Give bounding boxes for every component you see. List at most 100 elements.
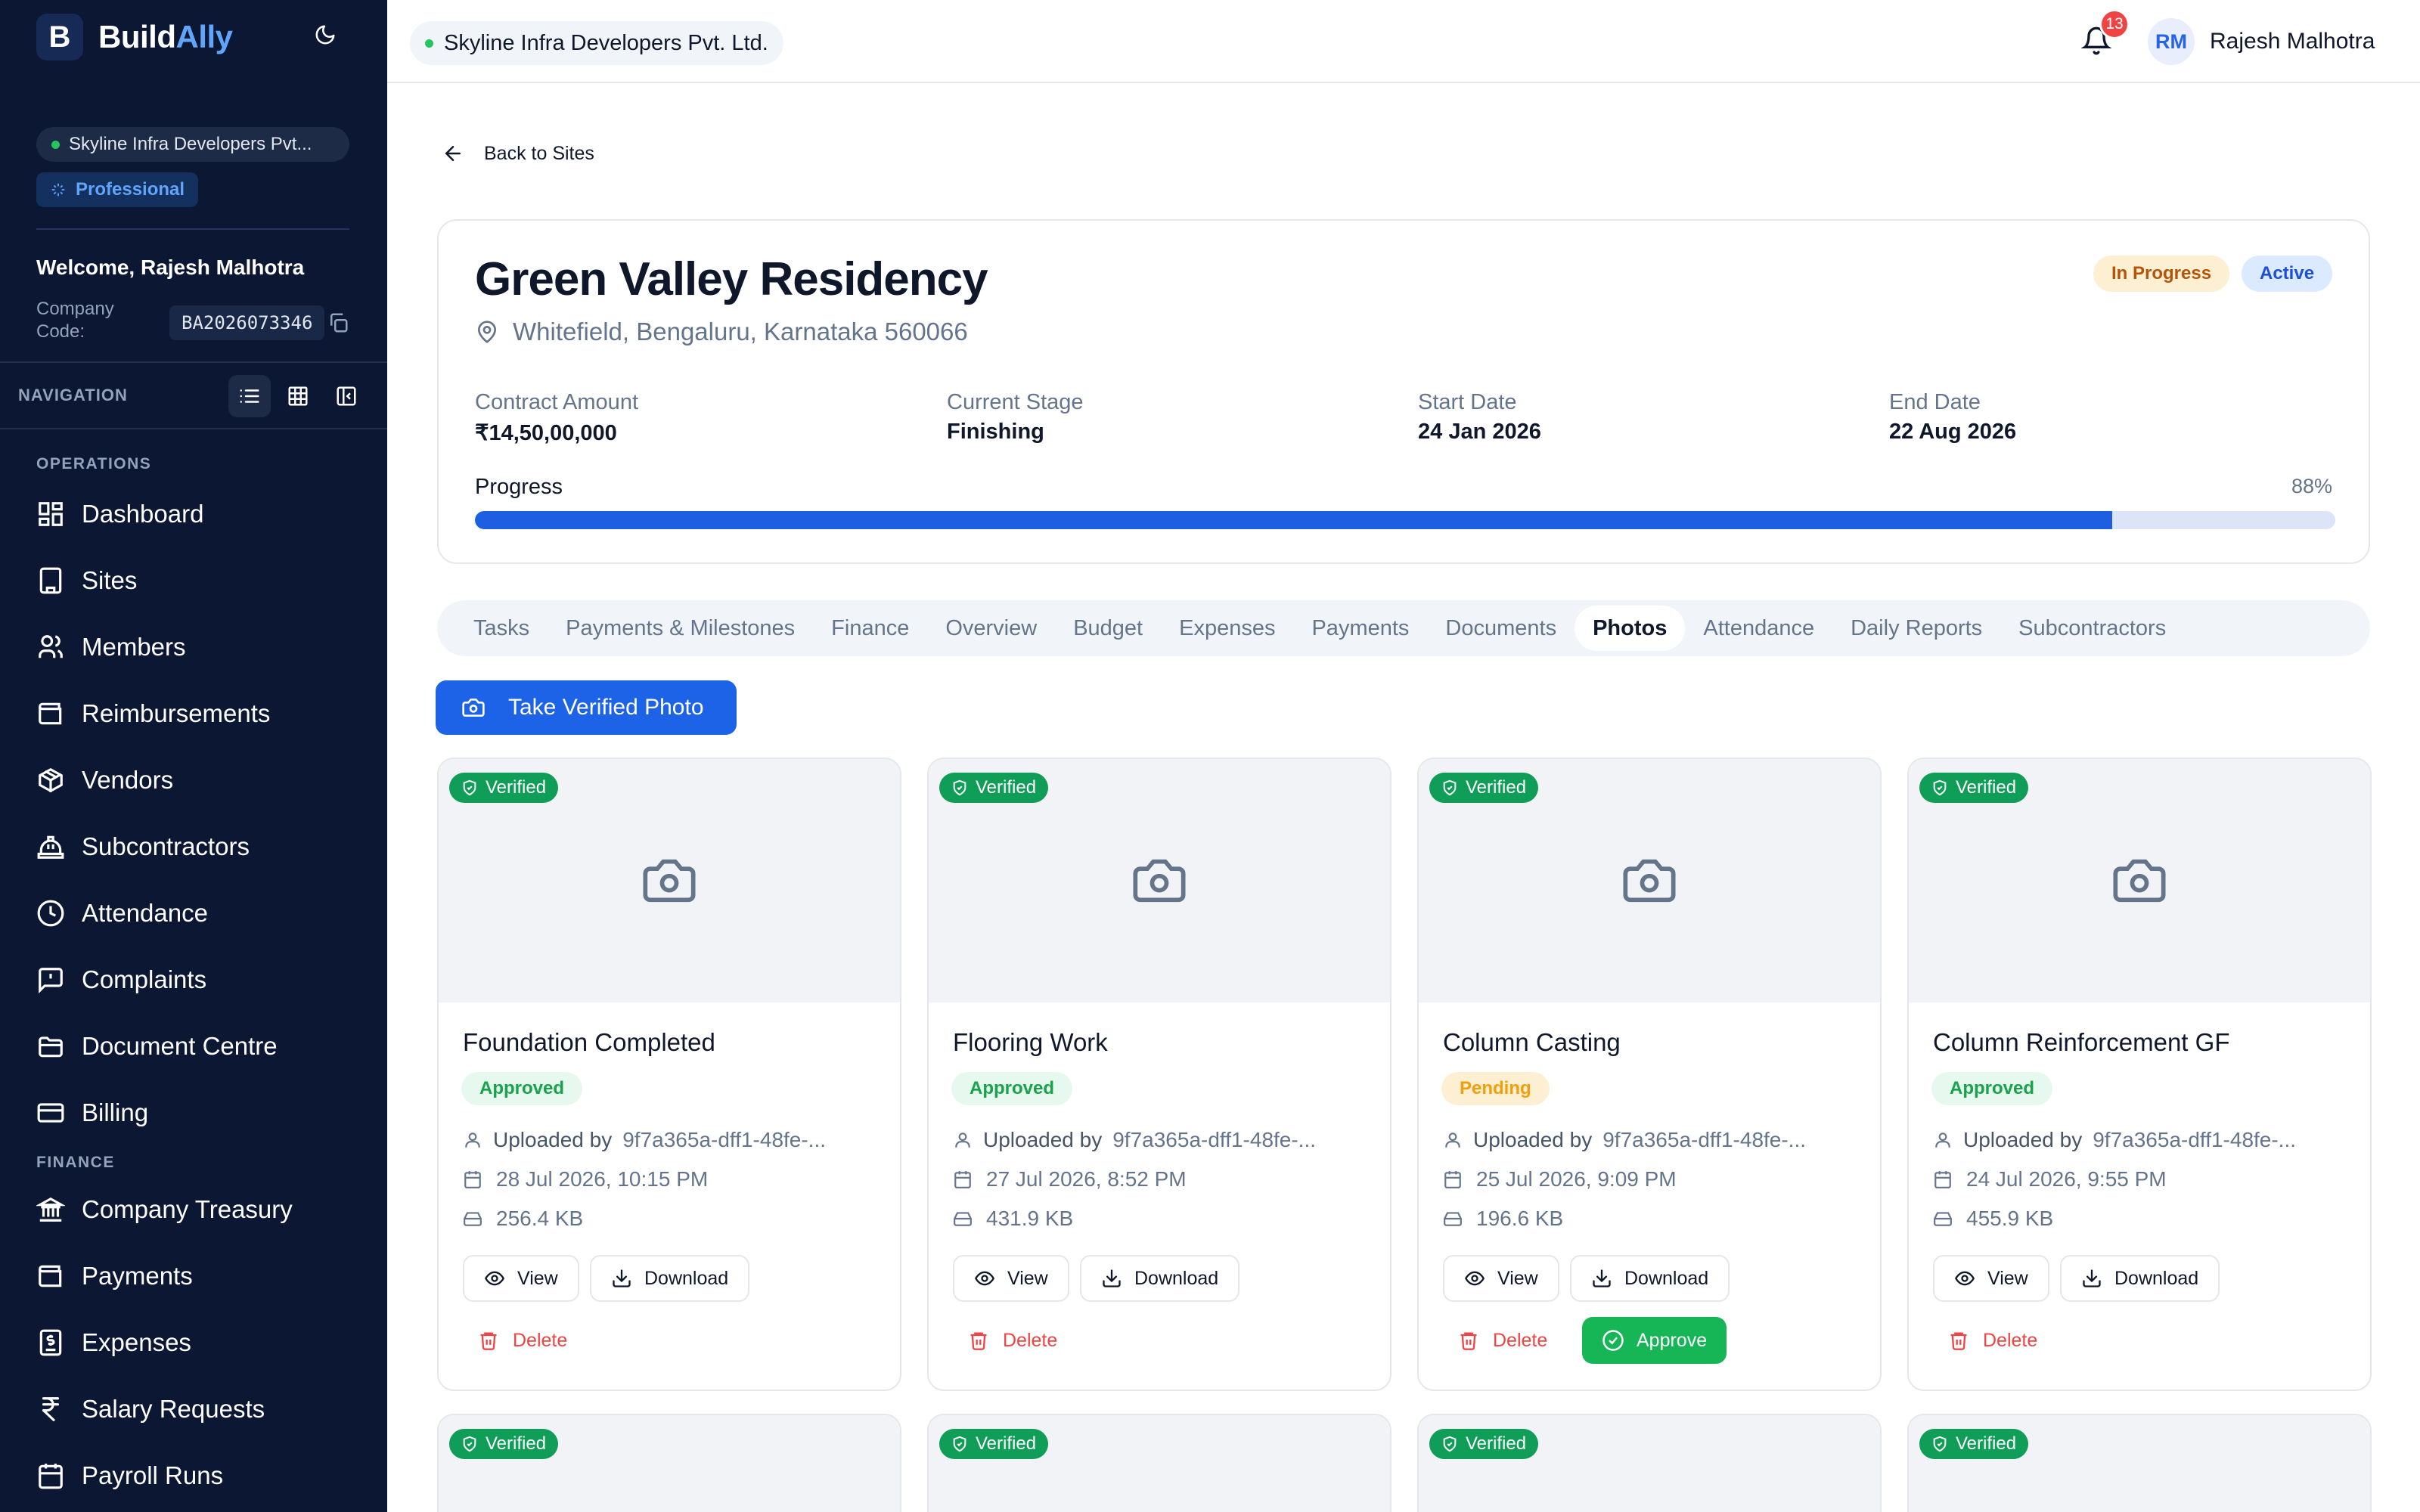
delete-button[interactable]: Delete: [1948, 1317, 2037, 1364]
collapse-sidebar-icon[interactable]: [325, 375, 368, 417]
back-to-sites-link[interactable]: Back to Sites: [442, 142, 594, 165]
nav-item-subcontractors[interactable]: Subcontractors: [36, 824, 361, 869]
nav-item-document-centre[interactable]: Document Centre: [36, 1024, 361, 1069]
view-button[interactable]: View: [1933, 1255, 2049, 1302]
nav-item-sites[interactable]: Sites: [36, 558, 361, 603]
download-button[interactable]: Download: [590, 1255, 750, 1302]
notification-count-badge: 13: [2099, 9, 2130, 39]
photo-card: Verified Flooring Work Approved Uploaded by…: [927, 758, 1392, 1391]
progress-label: Progress: [475, 475, 563, 499]
verified-label: Verified: [976, 777, 1037, 798]
calendar-icon: [1933, 1170, 1953, 1189]
nav-label: Salary Requests: [82, 1395, 265, 1423]
file-size: 455.9 KB: [1933, 1207, 2356, 1231]
user-name[interactable]: Rajesh Malhotra: [2210, 29, 2375, 54]
nav-item-reimbursements[interactable]: Reimbursements: [36, 691, 361, 736]
org-switcher[interactable]: Skyline Infra Developers Pvt. Ltd.: [410, 21, 783, 65]
nav-item-complaints[interactable]: Complaints: [36, 957, 361, 1002]
tab-finance[interactable]: Finance: [813, 606, 927, 651]
nav-item-payments[interactable]: Payments: [36, 1253, 361, 1299]
view-label: View: [1987, 1267, 2028, 1289]
photo-thumbnail[interactable]: Verified: [1909, 1415, 2370, 1512]
view-label: View: [517, 1267, 558, 1289]
eye-icon: [974, 1268, 995, 1289]
wallet-icon: [39, 1265, 62, 1287]
stat-value: 24 Jan 2026: [1418, 420, 1541, 444]
download-button[interactable]: Download: [1570, 1255, 1730, 1302]
calendar-icon: [953, 1170, 973, 1189]
theme-toggle-moon-icon[interactable]: [310, 20, 340, 50]
progress-percent: 88%: [2291, 475, 2332, 497]
stat-current-stage: Current Stage Finishing: [947, 390, 1084, 445]
grid-view-icon[interactable]: [277, 375, 319, 417]
photo-thumbnail[interactable]: Verified: [439, 1415, 900, 1512]
photo-thumbnail[interactable]: Verified: [1419, 1415, 1880, 1512]
shield-check-icon: [1441, 1436, 1458, 1452]
uploader-id: 9f7a365a-dff1-48fe-...: [2093, 1128, 2297, 1151]
nav-item-payroll-runs[interactable]: Payroll Runs: [36, 1453, 361, 1498]
brand[interactable]: B BuildAlly: [36, 14, 233, 60]
avatar[interactable]: RM: [2148, 18, 2195, 65]
user-icon: [953, 1130, 973, 1150]
progress-bar-fill: [475, 511, 2112, 529]
sparkle-icon: [51, 183, 65, 197]
tab-overview[interactable]: Overview: [927, 606, 1055, 651]
nav-label: Payments: [82, 1262, 193, 1290]
nav-item-dashboard[interactable]: Dashboard: [36, 491, 361, 537]
nav-item-billing[interactable]: Billing: [36, 1090, 361, 1136]
view-button[interactable]: View: [463, 1255, 579, 1302]
upload-date: 25 Jul 2026, 9:09 PM: [1443, 1167, 1866, 1191]
nav-label: Subcontractors: [82, 832, 250, 860]
delete-button[interactable]: Delete: [478, 1317, 567, 1364]
stat-label: Contract Amount: [475, 390, 638, 414]
photo-thumbnail[interactable]: Verified: [439, 759, 900, 1002]
nav-label: Company Treasury: [82, 1195, 293, 1223]
photo-title: Column Casting: [1443, 1028, 1621, 1056]
delete-button[interactable]: Delete: [968, 1317, 1057, 1364]
tab-daily-reports[interactable]: Daily Reports: [1832, 606, 2000, 651]
approve-button[interactable]: Approve: [1582, 1317, 1727, 1364]
tab-expenses[interactable]: Expenses: [1161, 606, 1293, 651]
tab-subcontractors[interactable]: Subcontractors: [2000, 606, 2184, 651]
rupee-icon: [42, 1397, 60, 1421]
copy-icon[interactable]: [327, 311, 349, 334]
list-view-icon[interactable]: [228, 375, 271, 417]
tab-photos[interactable]: Photos: [1575, 606, 1686, 651]
photo-card: Verified Column Casting Pending Uploaded by…: [1417, 758, 1882, 1391]
take-verified-photo-button[interactable]: Take Verified Photo: [436, 680, 737, 735]
download-button[interactable]: Download: [2060, 1255, 2220, 1302]
nav-item-salary-requests[interactable]: Salary Requests: [36, 1387, 361, 1432]
nav-item-expenses[interactable]: Expenses: [36, 1320, 361, 1365]
photo-thumbnail[interactable]: Verified: [1419, 759, 1880, 1002]
camera-placeholder-icon: [1131, 852, 1188, 909]
photo-card: Verified Column Reinforcement GF Approved U…: [1907, 758, 2372, 1391]
user-icon: [1443, 1130, 1463, 1150]
org-selector[interactable]: Skyline Infra Developers Pvt...: [36, 127, 349, 162]
photo-thumbnail[interactable]: Verified: [1909, 759, 2370, 1002]
status-badge: Approved: [1931, 1072, 2053, 1105]
delete-button[interactable]: Delete: [1458, 1317, 1547, 1364]
shield-check-icon: [461, 1436, 478, 1452]
tab-payments[interactable]: Payments: [1293, 606, 1427, 651]
tab-attendance[interactable]: Attendance: [1685, 606, 1832, 651]
photo-thumbnail[interactable]: Verified: [929, 759, 1390, 1002]
nav-item-attendance[interactable]: Attendance: [36, 891, 361, 936]
download-button[interactable]: Download: [1080, 1255, 1240, 1302]
tab-budget[interactable]: Budget: [1055, 606, 1161, 651]
nav-item-company-treasury[interactable]: Company Treasury: [36, 1187, 361, 1232]
stat-value: Finishing: [947, 420, 1044, 444]
photo-title: Column Reinforcement GF: [1933, 1028, 2230, 1056]
stat-end-date: End Date 22 Aug 2026: [1889, 390, 2016, 445]
view-button[interactable]: View: [953, 1255, 1069, 1302]
active-badge: Active: [2242, 256, 2333, 292]
photo-thumbnail[interactable]: Verified: [929, 1415, 1390, 1512]
view-button[interactable]: View: [1443, 1255, 1559, 1302]
photo-card: Verified: [1907, 1414, 2372, 1512]
nav-item-vendors[interactable]: Vendors: [36, 758, 361, 803]
tab-tasks[interactable]: Tasks: [455, 606, 548, 651]
tab-documents[interactable]: Documents: [1427, 606, 1575, 651]
shield-check-icon: [951, 779, 968, 796]
tab-payments-milestones[interactable]: Payments & Milestones: [548, 606, 813, 651]
nav-item-members[interactable]: Members: [36, 624, 361, 670]
users-icon: [39, 635, 63, 658]
